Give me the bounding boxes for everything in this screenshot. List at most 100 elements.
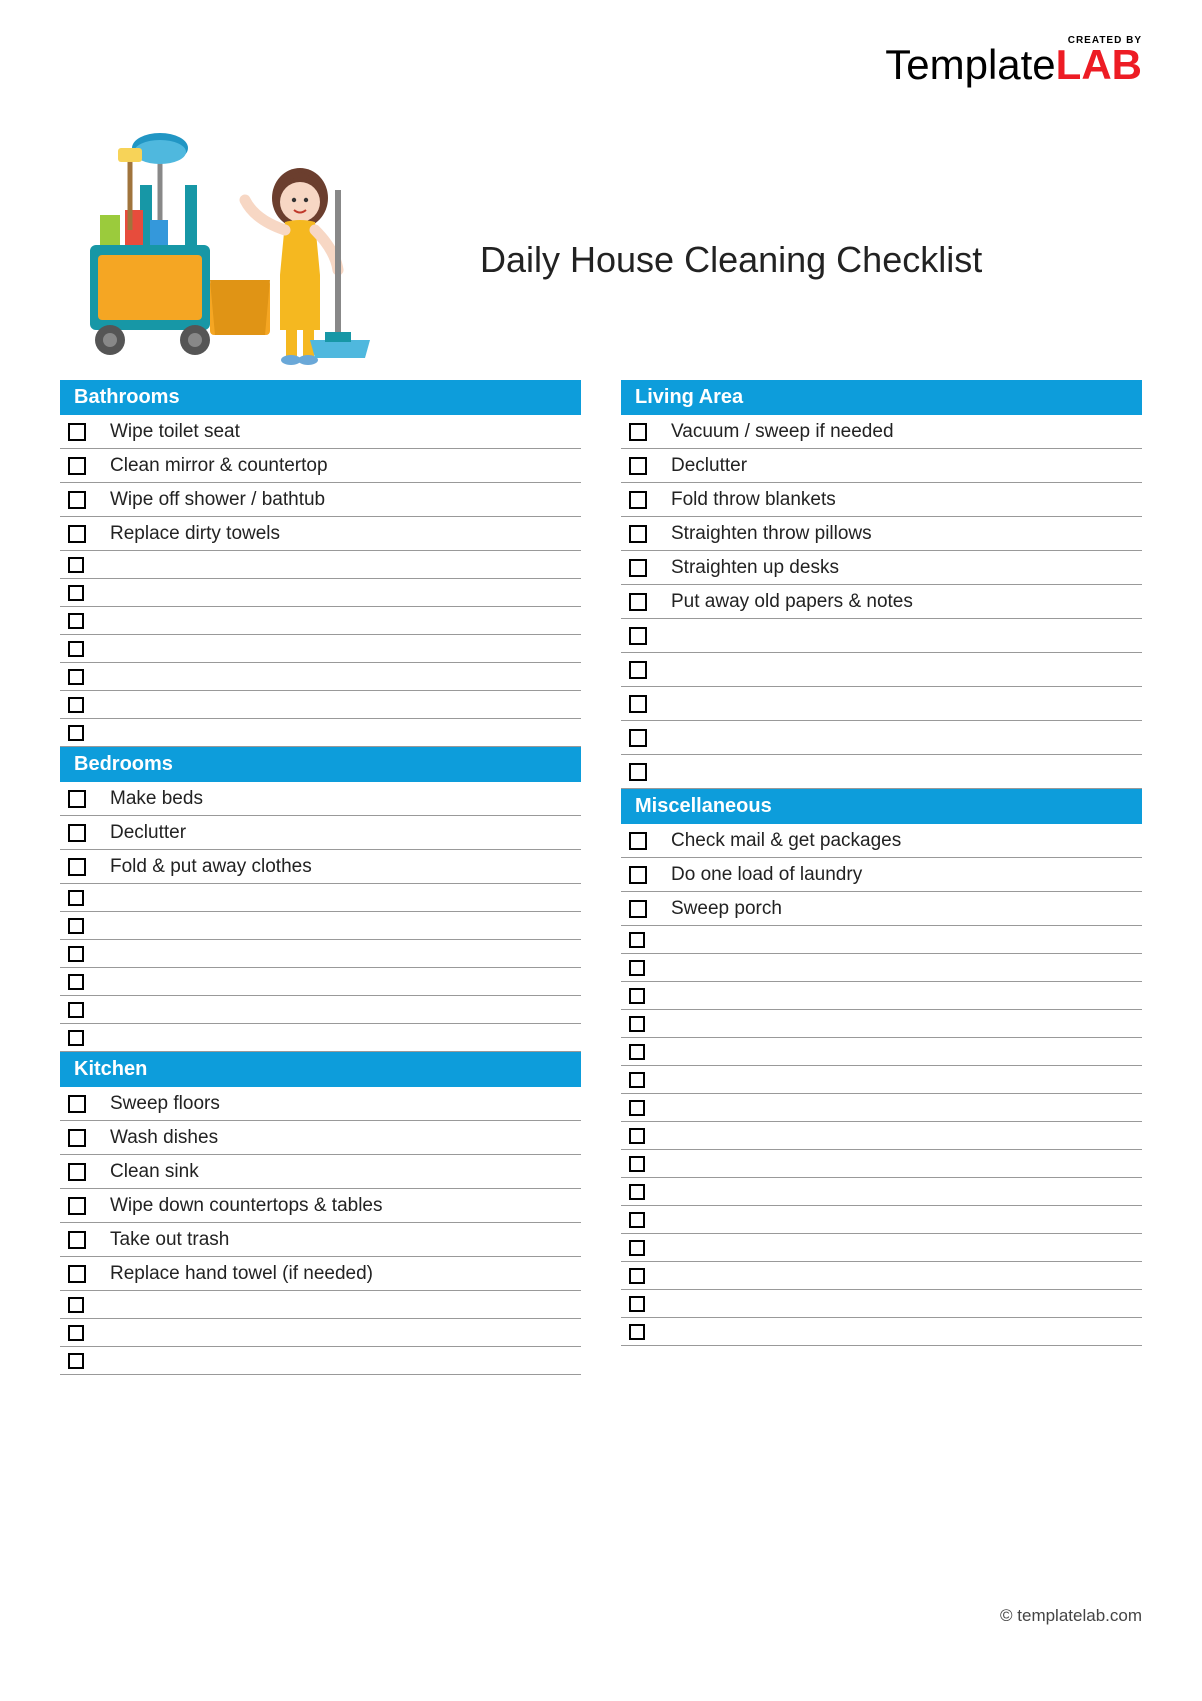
checkbox-icon[interactable] [629, 1296, 645, 1312]
checkbox-icon[interactable] [68, 613, 84, 629]
checkbox-icon[interactable] [68, 946, 84, 962]
checkbox-icon[interactable] [68, 557, 84, 573]
checklist-row: Fold throw blankets [621, 483, 1142, 517]
checklist-row: Check mail & get packages [621, 824, 1142, 858]
checkbox-icon[interactable] [68, 858, 86, 876]
checkbox-icon[interactable] [629, 661, 647, 679]
checkbox-cell [60, 697, 104, 713]
checklist-row-blank [60, 579, 581, 607]
checklist-row-blank [621, 1010, 1142, 1038]
checklist-row-blank [60, 1319, 581, 1347]
checklist-row-blank [621, 1234, 1142, 1262]
checkbox-icon[interactable] [68, 525, 86, 543]
checkbox-icon[interactable] [629, 988, 645, 1004]
checklist-row-blank [621, 1262, 1142, 1290]
checkbox-cell [60, 1163, 104, 1181]
checkbox-icon[interactable] [68, 669, 84, 685]
checkbox-cell [621, 960, 665, 976]
checkbox-icon[interactable] [629, 1156, 645, 1172]
checklist-row-blank [621, 1150, 1142, 1178]
checkbox-icon[interactable] [68, 423, 86, 441]
checklist-row-blank [621, 653, 1142, 687]
checkbox-icon[interactable] [629, 866, 647, 884]
checkbox-icon[interactable] [629, 1268, 645, 1284]
checkbox-icon[interactable] [629, 960, 645, 976]
checkbox-icon[interactable] [68, 1325, 84, 1341]
checklist-label: Wash dishes [104, 1127, 581, 1149]
checkbox-icon[interactable] [68, 585, 84, 601]
checkbox-cell [621, 1128, 665, 1144]
checkbox-icon[interactable] [68, 1163, 86, 1181]
checkbox-cell [60, 918, 104, 934]
checkbox-icon[interactable] [629, 525, 647, 543]
checkbox-icon[interactable] [629, 729, 647, 747]
checkbox-icon[interactable] [629, 423, 647, 441]
checkbox-icon[interactable] [68, 1129, 86, 1147]
checkbox-icon[interactable] [68, 1231, 86, 1249]
checkbox-icon[interactable] [629, 832, 647, 850]
checkbox-icon[interactable] [629, 1128, 645, 1144]
checkbox-icon[interactable] [629, 763, 647, 781]
checkbox-icon[interactable] [629, 1016, 645, 1032]
checkbox-icon[interactable] [629, 1212, 645, 1228]
checkbox-icon[interactable] [629, 900, 647, 918]
checklist-row-blank [60, 912, 581, 940]
footer-credit: © templatelab.com [1000, 1606, 1142, 1626]
left-column: BathroomsWipe toilet seatClean mirror & … [60, 380, 581, 1375]
checklist-label: Take out trash [104, 1229, 581, 1251]
checklist-label: Check mail & get packages [665, 830, 1142, 852]
checkbox-icon[interactable] [68, 641, 84, 657]
checkbox-cell [621, 491, 665, 509]
checkbox-icon[interactable] [629, 1324, 645, 1340]
checkbox-cell [60, 585, 104, 601]
checkbox-icon[interactable] [68, 725, 84, 741]
checkbox-icon[interactable] [629, 457, 647, 475]
checklist-row-blank [60, 940, 581, 968]
checkbox-icon[interactable] [68, 1002, 84, 1018]
checkbox-icon[interactable] [629, 1044, 645, 1060]
checkbox-icon[interactable] [68, 918, 84, 934]
checkbox-cell [621, 1100, 665, 1116]
checkbox-cell [60, 1231, 104, 1249]
checkbox-icon[interactable] [68, 890, 84, 906]
checkbox-cell [621, 832, 665, 850]
section-header: Bathrooms [60, 380, 581, 415]
checkbox-icon[interactable] [629, 593, 647, 611]
checkbox-icon[interactable] [629, 627, 647, 645]
checkbox-cell [621, 1016, 665, 1032]
checkbox-cell [60, 1030, 104, 1046]
checkbox-icon[interactable] [629, 1240, 645, 1256]
checkbox-cell [60, 890, 104, 906]
checkbox-icon[interactable] [629, 1184, 645, 1200]
checkbox-icon[interactable] [629, 695, 647, 713]
checklist-label: Straighten throw pillows [665, 523, 1142, 545]
checkbox-icon[interactable] [68, 457, 86, 475]
checklist-label: Wipe down countertops & tables [104, 1195, 581, 1217]
checkbox-icon[interactable] [629, 559, 647, 577]
checklist-row-blank [60, 635, 581, 663]
checkbox-icon[interactable] [629, 1100, 645, 1116]
checkbox-icon[interactable] [629, 932, 645, 948]
checkbox-icon[interactable] [629, 491, 647, 509]
checkbox-icon[interactable] [68, 1030, 84, 1046]
checklist-label: Vacuum / sweep if needed [665, 421, 1142, 443]
checkbox-icon[interactable] [68, 824, 86, 842]
checkbox-cell [621, 932, 665, 948]
checkbox-icon[interactable] [68, 790, 86, 808]
checklist-label: Fold throw blankets [665, 489, 1142, 511]
checklist-row: Wipe off shower / bathtub [60, 483, 581, 517]
checkbox-icon[interactable] [68, 1197, 86, 1215]
checkbox-icon[interactable] [68, 491, 86, 509]
checkbox-cell [60, 613, 104, 629]
checkbox-icon[interactable] [629, 1072, 645, 1088]
checklist-label: Straighten up desks [665, 557, 1142, 579]
checkbox-icon[interactable] [68, 1297, 84, 1313]
checkbox-icon[interactable] [68, 1095, 86, 1113]
checklist-row: Declutter [60, 816, 581, 850]
checkbox-cell [60, 1197, 104, 1215]
checkbox-icon[interactable] [68, 1265, 86, 1283]
checkbox-icon[interactable] [68, 1353, 84, 1369]
checklist-row-blank [60, 719, 581, 747]
checkbox-icon[interactable] [68, 974, 84, 990]
checkbox-icon[interactable] [68, 697, 84, 713]
